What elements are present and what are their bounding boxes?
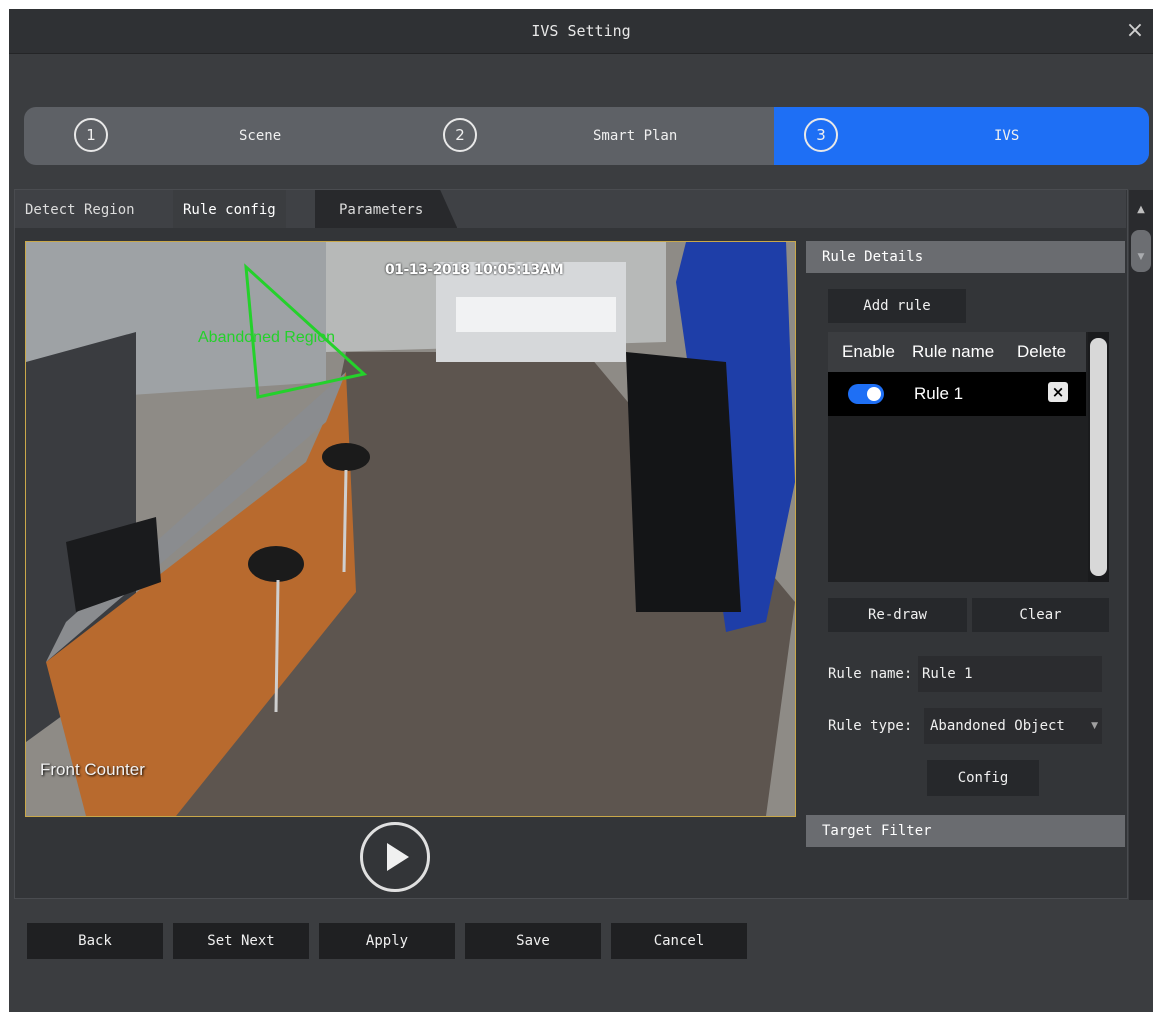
add-rule-button[interactable]: Add rule bbox=[828, 289, 966, 323]
step-label: IVS bbox=[994, 128, 1020, 144]
region-label: Abandoned Region bbox=[198, 329, 336, 346]
rule-type-select[interactable]: Abandoned Object ▼ bbox=[924, 708, 1102, 744]
wizard-steps: 1 Scene 2 Smart Plan 3 IVS bbox=[24, 107, 1149, 165]
rule-row-name: Rule 1 bbox=[914, 384, 964, 403]
step-scene[interactable]: 1 Scene bbox=[24, 107, 399, 165]
set-next-button[interactable]: Set Next bbox=[173, 923, 309, 959]
scroll-down-icon: ▼ bbox=[1137, 252, 1145, 262]
tab-parameters[interactable]: Parameters bbox=[315, 190, 458, 228]
scroll-thumb[interactable]: ▼ bbox=[1131, 230, 1151, 272]
delete-icon[interactable]: × bbox=[1048, 382, 1068, 402]
tab-bar: Detect Region Rule config Parameters bbox=[15, 190, 1126, 228]
window-title: IVS Setting bbox=[531, 22, 631, 40]
rule-details-header[interactable]: Rule Details bbox=[806, 241, 1125, 273]
clear-button[interactable]: Clear bbox=[972, 598, 1109, 632]
rule-table-header: Enable Rule name Delete bbox=[828, 332, 1086, 372]
save-button[interactable]: Save bbox=[465, 923, 601, 959]
rule-type-value: Abandoned Object bbox=[930, 718, 1065, 734]
table-scroll-thumb[interactable] bbox=[1090, 338, 1107, 576]
scroll-up-icon[interactable]: ▲ bbox=[1133, 196, 1149, 224]
apply-button[interactable]: Apply bbox=[319, 923, 455, 959]
camera-scene bbox=[26, 242, 795, 816]
step-number: 3 bbox=[804, 118, 838, 152]
step-label: Smart Plan bbox=[593, 128, 678, 144]
step-ivs[interactable]: 3 IVS bbox=[774, 107, 1149, 165]
panel-scrollbar[interactable] bbox=[1129, 190, 1153, 900]
rule-type-label: Rule type: bbox=[828, 718, 913, 734]
tab-detect-region[interactable]: Detect Region bbox=[15, 190, 145, 228]
column-rule-name: Rule name bbox=[912, 342, 995, 361]
step-number: 2 bbox=[443, 118, 477, 152]
play-button[interactable] bbox=[360, 822, 430, 892]
config-button[interactable]: Config bbox=[927, 760, 1039, 796]
title-bar: IVS Setting × bbox=[9, 9, 1153, 54]
video-preview[interactable] bbox=[25, 241, 796, 817]
column-enable: Enable bbox=[842, 342, 895, 361]
redraw-button[interactable]: Re-draw bbox=[828, 598, 967, 632]
camera-label: Front Counter bbox=[40, 760, 145, 779]
cancel-button[interactable]: Cancel bbox=[611, 923, 747, 959]
toggle-knob bbox=[867, 387, 881, 401]
rule-name-label: Rule name: bbox=[828, 666, 913, 682]
back-button[interactable]: Back bbox=[27, 923, 163, 959]
video-timestamp: 01-13-2018 10:05:13AM bbox=[385, 262, 564, 278]
step-label: Scene bbox=[239, 128, 282, 144]
play-icon bbox=[387, 843, 409, 871]
column-delete: Delete bbox=[1017, 342, 1067, 361]
tab-rule-config[interactable]: Rule config bbox=[173, 190, 286, 228]
chevron-down-icon: ▼ bbox=[1091, 721, 1098, 731]
rule-name-field[interactable]: Rule 1 bbox=[918, 656, 1102, 692]
table-row[interactable]: Rule 1 × bbox=[828, 372, 1086, 416]
close-icon[interactable]: × bbox=[1123, 19, 1147, 43]
step-smart-plan[interactable]: 2 Smart Plan bbox=[399, 107, 774, 165]
target-filter-header[interactable]: Target Filter bbox=[806, 815, 1125, 847]
step-number: 1 bbox=[74, 118, 108, 152]
enable-toggle[interactable] bbox=[848, 384, 884, 404]
